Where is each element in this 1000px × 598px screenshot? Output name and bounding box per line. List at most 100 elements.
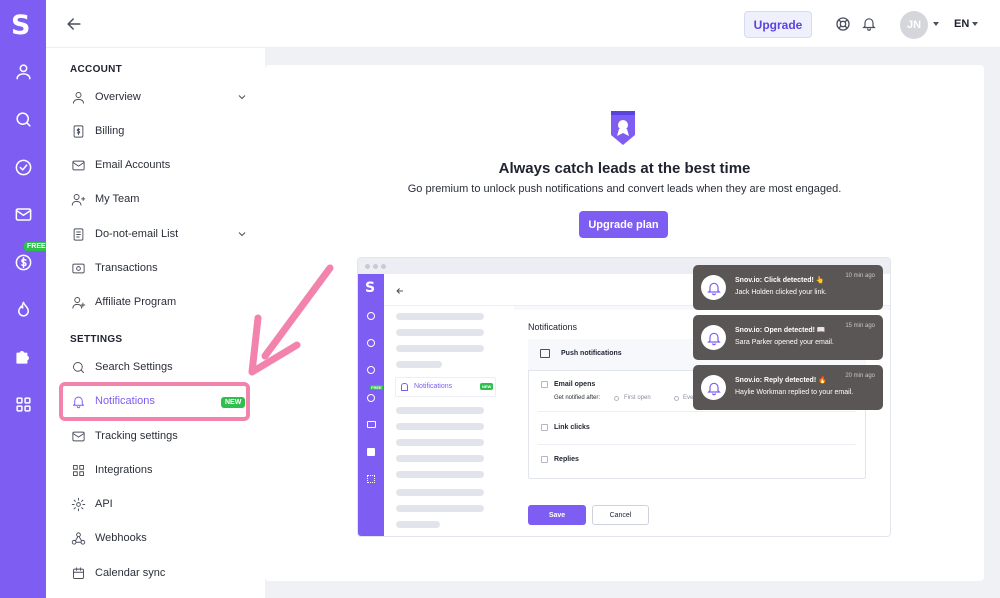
sidebar-item-email-accounts[interactable]: Email Accounts [70, 152, 248, 178]
upgrade-button[interactable]: Upgrade [744, 11, 812, 38]
mock-grid-icon [367, 475, 375, 483]
sidebar-item-integrations[interactable]: Integrations [70, 457, 248, 483]
placeholder-bar [396, 313, 484, 320]
divider [538, 444, 856, 445]
help-lifebuoy-icon[interactable] [835, 16, 851, 32]
toast-title: Snov.io: Click detected! 👆 [735, 277, 825, 284]
sidebar-item-affiliate-program[interactable]: Affiliate Program [70, 289, 248, 315]
mock-radio [674, 396, 679, 401]
document-icon [70, 226, 86, 242]
mock-back-arrow-icon [395, 283, 405, 294]
sidebar-item-label: Affiliate Program [95, 296, 177, 308]
notifications-highlight-frame [59, 382, 250, 421]
snov-bell-icon [701, 325, 726, 350]
mock-search-icon [367, 339, 375, 347]
sidebar-item-transactions[interactable]: Transactions [70, 255, 248, 281]
wallet-icon [70, 260, 86, 276]
avatar-caret-icon[interactable] [933, 22, 939, 26]
placeholder-bar [396, 329, 484, 336]
dollar-icon[interactable] [12, 251, 34, 273]
sidebar-item-my-team[interactable]: My Team [70, 186, 248, 212]
toast-text: Haylie Workman replied to your email. [735, 389, 854, 396]
sidebar-item-billing[interactable]: Billing [70, 118, 248, 144]
sidebar-item-calendar-sync[interactable]: Calendar sync [70, 560, 248, 586]
mock-push-icon [540, 349, 550, 358]
free-badge: FREE [24, 242, 49, 251]
sidebar-item-webhooks[interactable]: Webhooks [70, 525, 248, 551]
mock-push-label: Push notifications [561, 350, 622, 357]
team-icon [70, 191, 86, 207]
mock-radio [614, 396, 619, 401]
flame-icon[interactable] [12, 298, 34, 320]
sidebar-item-label: My Team [95, 193, 140, 205]
placeholder-bar [396, 439, 484, 446]
chevron-down-icon[interactable] [236, 91, 248, 103]
mock-sidebar [384, 306, 514, 536]
mock-bell-icon [401, 383, 408, 391]
mock-mail-icon [367, 421, 376, 428]
puzzle-icon[interactable] [12, 345, 34, 367]
billing-icon [70, 123, 86, 139]
mock-every-open: Eve [683, 395, 694, 401]
mail-icon [70, 157, 86, 173]
mock-logo: S [365, 280, 376, 296]
mock-checkbox [541, 456, 548, 463]
sidebar-item-label: Email Accounts [95, 159, 171, 171]
search-icon [70, 359, 86, 375]
mail-icon[interactable] [12, 203, 34, 225]
placeholder-bar [396, 345, 484, 352]
mock-dollar-icon [367, 394, 375, 402]
mock-free-badge: FREE [370, 385, 383, 390]
language-selector[interactable]: EN [954, 18, 969, 30]
mock-new-badge: NEW [480, 383, 494, 390]
sidebar-item-label: Integrations [95, 464, 153, 476]
mock-cancel-button: Cancel [592, 505, 649, 525]
language-caret-icon[interactable] [972, 22, 978, 26]
placeholder-bar [396, 471, 484, 478]
mock-link-clicks: Link clicks [554, 424, 590, 431]
snov-bell-icon [701, 375, 726, 400]
toast-time: 15 min ago [845, 323, 875, 329]
app-rail: S FREE [0, 0, 49, 598]
back-arrow-icon[interactable] [64, 14, 84, 34]
window-dot [381, 264, 386, 269]
toast-time: 10 min ago [845, 273, 875, 279]
sidebar-item-overview[interactable]: Overview [70, 84, 248, 110]
snov-logo[interactable]: S [11, 10, 30, 41]
sidebar-item-do-not-email-list[interactable]: Do-not-email List [70, 221, 248, 247]
sidebar-item-label: Do-not-email List [95, 228, 179, 240]
user-icon[interactable] [12, 60, 34, 82]
check-circle-icon[interactable] [12, 156, 34, 178]
sidebar-item-api[interactable]: API [70, 491, 248, 517]
toast-reply-detected: Snov.io: Reply detected! 🔥 Haylie Workma… [693, 365, 883, 410]
top-bar: Upgrade JN EN [46, 0, 1000, 48]
search-icon[interactable] [12, 108, 34, 130]
toast-title: Snov.io: Open detected! 📖 [735, 327, 826, 334]
upgrade-plan-button[interactable]: Upgrade plan [579, 211, 668, 238]
sidebar-item-label: Transactions [95, 262, 158, 274]
user-icon [70, 89, 86, 105]
bell-icon[interactable] [861, 15, 877, 32]
integrations-grid-icon [70, 462, 86, 478]
mock-first-open: First open [624, 395, 651, 401]
gear-icon [70, 496, 86, 512]
settings-sidebar: ACCOUNT Overview Billing Email Accounts … [46, 48, 265, 598]
sidebar-item-label: Tracking settings [95, 430, 178, 442]
apps-grid-icon[interactable] [12, 393, 34, 415]
sidebar-item-label: Billing [95, 125, 125, 137]
mock-puzzle-icon [367, 448, 375, 456]
chevron-down-icon[interactable] [236, 228, 248, 240]
mock-email-opens: Email opens [554, 381, 596, 388]
avatar[interactable]: JN [900, 11, 928, 39]
award-badge-icon [608, 108, 638, 148]
sidebar-item-search-settings[interactable]: Search Settings [70, 354, 248, 380]
mock-user-icon [367, 312, 375, 320]
window-dot [373, 264, 378, 269]
account-section-title: ACCOUNT [70, 64, 123, 75]
placeholder-bar [396, 407, 484, 414]
affiliate-icon [70, 294, 86, 310]
sidebar-item-label: API [95, 498, 113, 510]
mock-replies: Replies [554, 456, 579, 463]
webhooks-icon [70, 530, 86, 546]
sidebar-item-tracking-settings[interactable]: Tracking settings [70, 423, 248, 449]
